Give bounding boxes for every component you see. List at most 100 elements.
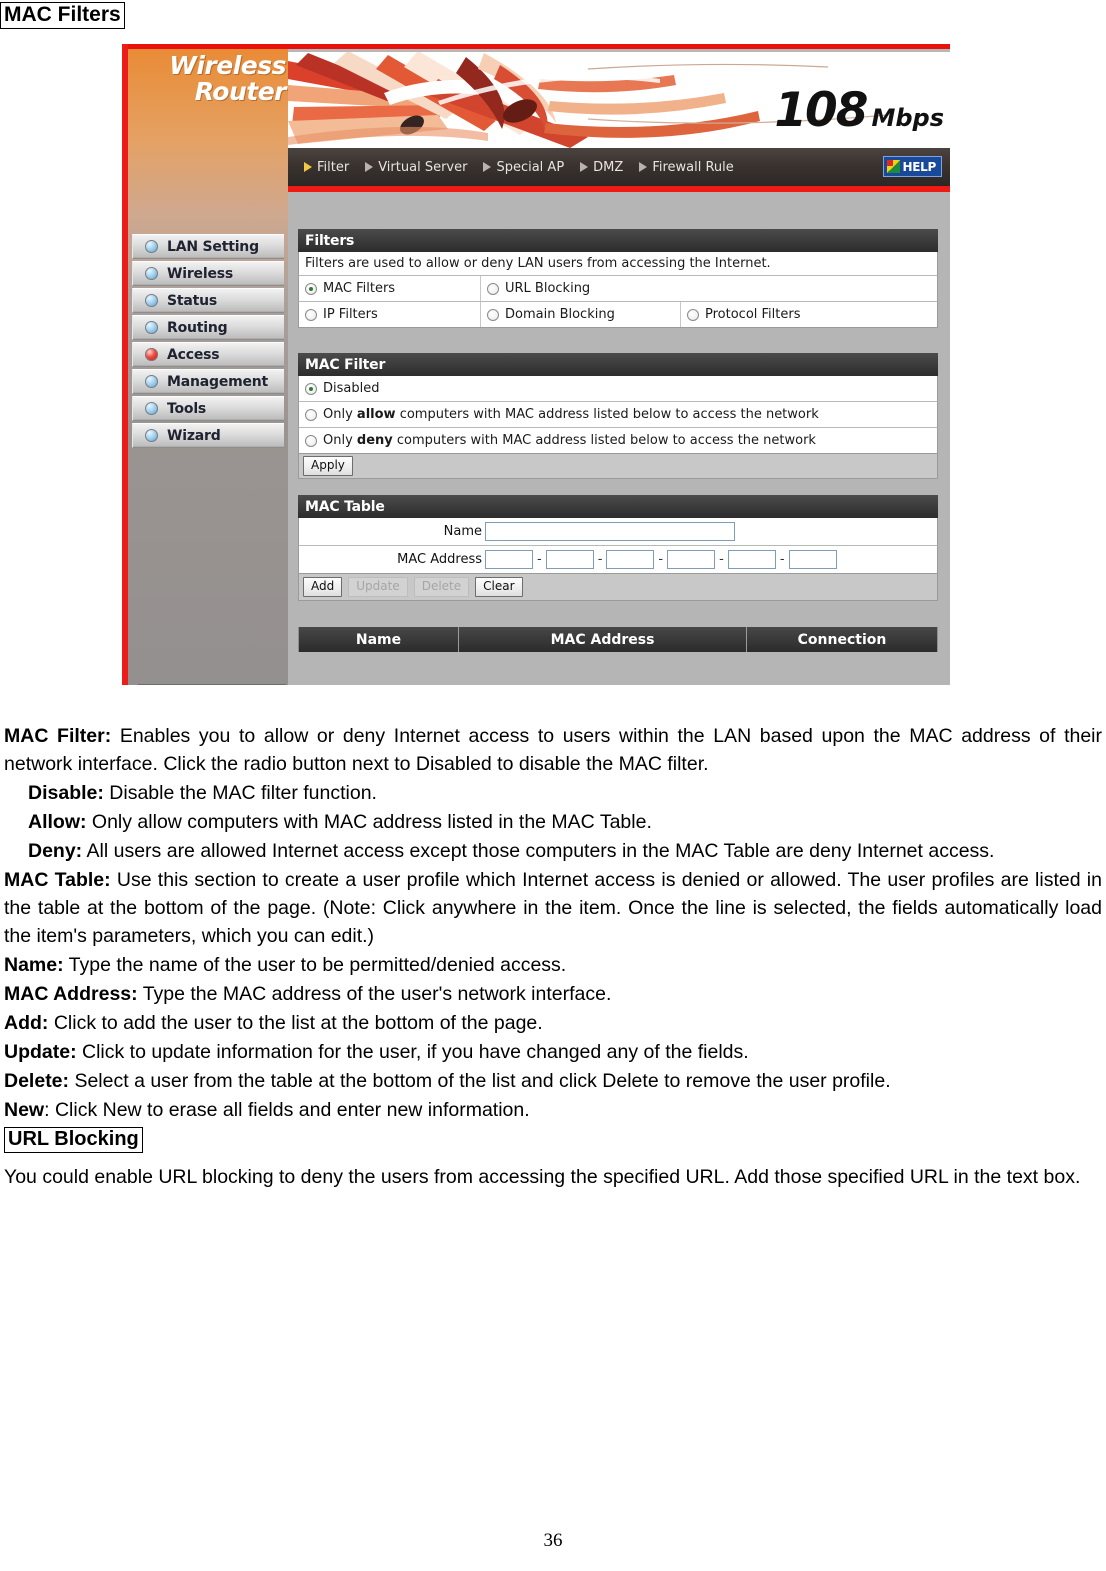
- mac-segment-5-input[interactable]: [727, 550, 776, 569]
- mac-separator: -: [719, 552, 724, 567]
- sidebar-item-wireless[interactable]: Wireless: [132, 261, 284, 286]
- text-delete: Select a user from the table at the bott…: [69, 1070, 891, 1092]
- brand-line-1: Wireless: [169, 51, 286, 80]
- bullet-icon: [145, 429, 158, 442]
- router-content-area: Filters Filters are used to allow or den…: [288, 192, 950, 685]
- filter-option-label: Domain Blocking: [505, 307, 615, 322]
- radio-icon[interactable]: [487, 282, 499, 295]
- filters-panel-title: Filters: [298, 229, 938, 252]
- sidebar-item-status[interactable]: Status: [132, 288, 284, 313]
- filters-description-text: Filters are used to allow or deny LAN us…: [305, 256, 771, 271]
- sidebar-item-lan-setting[interactable]: LAN Setting: [132, 234, 284, 259]
- sidebar-item-label: Management: [167, 373, 269, 390]
- mac-separator: -: [537, 552, 542, 567]
- topnav-label: Firewall Rule: [652, 159, 734, 175]
- topnav-item-dmz[interactable]: DMZ: [580, 160, 623, 175]
- radio-icon[interactable]: [687, 308, 699, 321]
- term-disable: Disable:: [28, 782, 104, 804]
- mac-filter-mode-disabled[interactable]: Disabled: [298, 376, 938, 402]
- paragraph-allow: Allow: Only allow computers with MAC add…: [4, 808, 1102, 836]
- text-new: : Click New to erase all fields and ente…: [44, 1099, 530, 1121]
- brand-logo: Wireless Router: [134, 53, 286, 105]
- sidebar-item-management[interactable]: Management: [132, 369, 284, 394]
- paragraph-url-blocking: You could enable URL blocking to deny th…: [4, 1163, 1102, 1191]
- sidebar-item-routing[interactable]: Routing: [132, 315, 284, 340]
- term-new: New: [4, 1099, 45, 1121]
- paragraph-update: Update: Click to update information for …: [4, 1038, 1102, 1066]
- paragraph-deny: Deny: All users are allowed Internet acc…: [4, 837, 1102, 865]
- topnav-item-special-ap[interactable]: Special AP: [483, 160, 564, 175]
- text-mac-address: Type the MAC address of the user's netwo…: [137, 983, 612, 1005]
- allow-post: computers with MAC address listed below …: [395, 407, 819, 422]
- sidebar-item-access[interactable]: Access: [132, 342, 284, 367]
- arrow-right-icon: [580, 162, 589, 172]
- mac-segment-4-input[interactable]: [667, 550, 716, 569]
- mac-filter-mode-label: Only allow computers with MAC address li…: [323, 407, 819, 422]
- apply-button[interactable]: Apply: [303, 456, 353, 476]
- radio-icon[interactable]: [487, 308, 499, 321]
- mac-filter-mode-allow[interactable]: Only allow computers with MAC address li…: [298, 402, 938, 428]
- term-add: Add:: [4, 1012, 49, 1034]
- bullet-active-icon: [145, 348, 158, 361]
- text-name: Type the name of the user to be permitte…: [63, 954, 567, 976]
- mac-separator: -: [779, 552, 785, 567]
- filter-option-ip-filters[interactable]: IP Filters: [299, 302, 481, 327]
- paragraph-mac-filter: MAC Filter: Enables you to allow or deny…: [4, 722, 1102, 778]
- add-button[interactable]: Add: [303, 577, 343, 597]
- radio-icon[interactable]: [305, 282, 317, 295]
- brand-line-2: Router: [194, 77, 287, 106]
- mac-filter-mode-label: Disabled: [323, 381, 380, 396]
- mac-filter-mode-deny[interactable]: Only deny computers with MAC address lis…: [298, 428, 938, 454]
- delete-button[interactable]: Delete: [413, 577, 470, 597]
- column-header-connection: Connection: [797, 631, 887, 648]
- speed-value: 108: [774, 83, 868, 138]
- name-input[interactable]: [485, 522, 735, 541]
- filters-panel: Filters Filters are used to allow or den…: [298, 229, 938, 328]
- filters-options-row-1: MAC Filters URL Blocking: [298, 276, 938, 302]
- paragraph-name: Name: Type the name of the user to be pe…: [4, 951, 1102, 979]
- clear-button[interactable]: Clear: [475, 577, 523, 597]
- text-mac-table: Use this section to create a user profil…: [4, 869, 1102, 947]
- help-icon: [886, 160, 900, 173]
- mac-address-field-label: MAC Address: [397, 552, 482, 567]
- sidebar-nav: LAN Setting Wireless Status Routing Acce…: [132, 234, 284, 450]
- mac-segment-3-input[interactable]: [606, 550, 655, 569]
- sidebar-item-label: Tools: [167, 400, 207, 417]
- radio-icon[interactable]: [305, 382, 317, 395]
- filter-option-url-blocking[interactable]: URL Blocking: [481, 276, 937, 301]
- paragraph-new: New: Click New to erase all fields and e…: [4, 1096, 1102, 1124]
- sidebar-item-label: Wireless: [167, 265, 234, 282]
- radio-icon[interactable]: [305, 408, 317, 421]
- topnav-item-virtual-server[interactable]: Virtual Server: [365, 160, 467, 175]
- text-mac-filter: Enables you to allow or deny Internet ac…: [4, 725, 1102, 775]
- mac-segment-1-input[interactable]: [485, 550, 533, 569]
- paragraph-disable: Disable: Disable the MAC filter function…: [4, 779, 1102, 807]
- update-button[interactable]: Update: [348, 577, 408, 597]
- help-button[interactable]: HELP: [882, 156, 942, 177]
- arrow-right-icon: [365, 162, 374, 172]
- mac-table-panel: MAC Table Name MAC Address - - - - - Add…: [298, 495, 938, 601]
- topnav-label: Filter: [317, 159, 350, 175]
- filter-option-mac-filters[interactable]: MAC Filters: [299, 276, 481, 301]
- topnav-item-filter[interactable]: Filter: [304, 160, 349, 175]
- term-mac-filter: MAC Filter:: [4, 725, 112, 747]
- text-disable: Disable the MAC filter function.: [103, 782, 377, 804]
- radio-icon[interactable]: [305, 434, 317, 447]
- sidebar-item-tools[interactable]: Tools: [132, 396, 284, 421]
- sidebar-item-wizard[interactable]: Wizard: [132, 423, 284, 448]
- arrow-right-icon: [304, 162, 312, 172]
- sidebar-divider: [138, 684, 286, 685]
- mac-segment-6-input[interactable]: [788, 550, 837, 569]
- filter-option-domain-blocking[interactable]: Domain Blocking: [481, 302, 681, 327]
- mac-segment-2-input[interactable]: [545, 550, 594, 569]
- mac-table-address-row: MAC Address - - - - -: [298, 546, 938, 574]
- radio-icon[interactable]: [305, 308, 317, 321]
- bullet-icon: [145, 375, 158, 388]
- table-header-row: Name MAC Address Connection: [298, 627, 938, 652]
- filter-option-protocol-filters[interactable]: Protocol Filters: [681, 302, 937, 327]
- top-nav-bar: Filter Virtual Server Special AP DMZ Fir…: [288, 148, 950, 186]
- mac-separator: -: [597, 552, 603, 567]
- sidebar-item-label: Status: [167, 292, 218, 309]
- topnav-item-firewall-rule[interactable]: Firewall Rule: [639, 159, 734, 175]
- column-header-name: Name: [299, 627, 459, 652]
